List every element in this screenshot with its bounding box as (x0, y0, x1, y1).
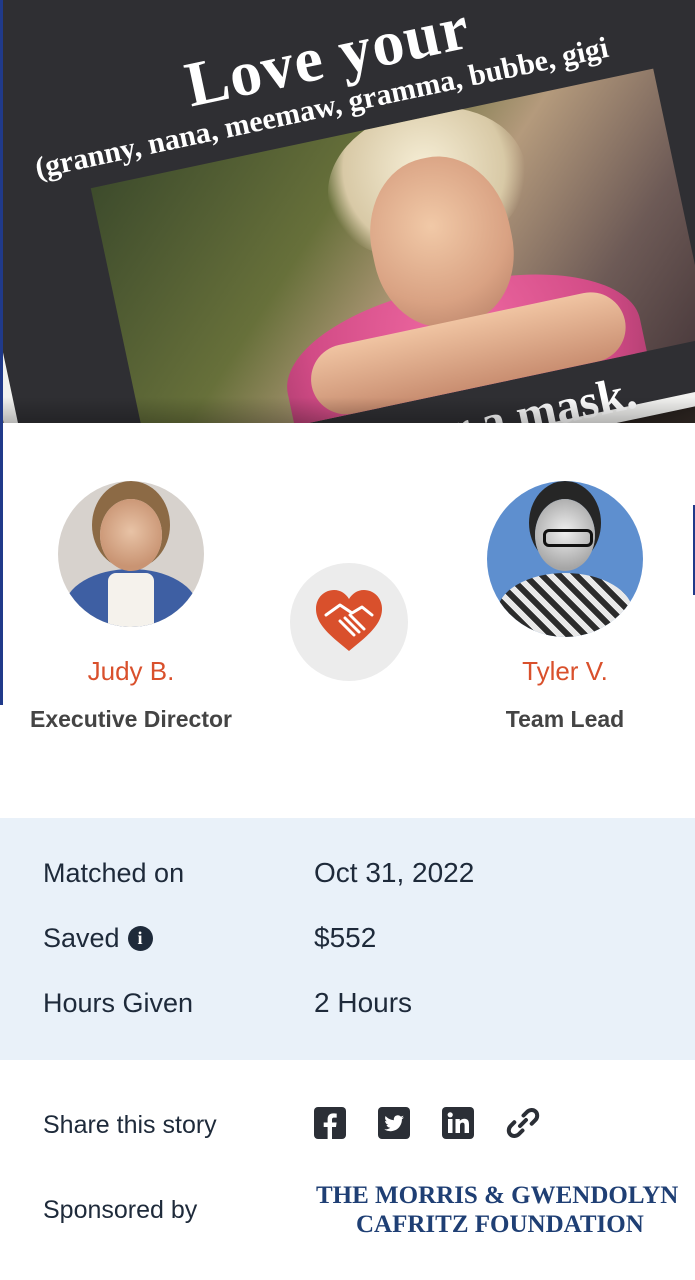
mentor-role: Executive Director (30, 706, 232, 732)
stat-label-saved-wrapper: Saved i (43, 923, 153, 954)
sponsor-logo-line2: CAFRITZ FOUNDATION (356, 1211, 644, 1238)
handshake-heart-svg (316, 590, 382, 651)
stat-value-hours: 2 Hours (314, 987, 413, 1018)
mentee-name[interactable]: Tyler V. (435, 656, 695, 687)
share-label: Share this story (43, 1111, 217, 1139)
stat-label-saved: Saved (43, 923, 120, 953)
link-icon[interactable] (506, 1106, 540, 1140)
glasses (543, 529, 593, 547)
mentee-role: Team Lead (505, 706, 625, 732)
twitter-icon[interactable] (377, 1106, 411, 1140)
stats-panel: Matched on Oct 31, 2022 Saved i $552 Hour… (0, 818, 695, 1060)
handshake-heart-icon (290, 563, 408, 681)
stat-label-matched: Matched on (43, 858, 185, 888)
sponsor-logo[interactable]: THE MORRIS & GWENDOLYN CAFRITZ FOUNDATIO… (300, 1180, 695, 1240)
poster-card: Love your (granny, nana, meemaw, gramma,… (0, 0, 695, 423)
avatar-left[interactable] (58, 481, 204, 627)
info-icon[interactable]: i (127, 926, 153, 951)
facebook-icon[interactable] (313, 1106, 347, 1140)
mentor-name[interactable]: Judy B. (1, 656, 261, 687)
match-section: Judy B. Executive Director Tyler V. Team… (0, 423, 695, 818)
left-frame-edge (0, 0, 3, 705)
stat-value-matched: Oct 31, 2022 (314, 857, 475, 888)
sponsor-logo-line1: THE MORRIS & GWENDOLYN (316, 1182, 679, 1209)
avatar-right[interactable] (487, 481, 643, 637)
stat-value-saved: $552 (314, 922, 377, 953)
hero-image: Love your (granny, nana, meemaw, gramma,… (0, 0, 695, 423)
stat-label-hours: Hours Given (43, 988, 194, 1018)
sponsor-label: Sponsored by (43, 1196, 198, 1224)
linkedin-icon[interactable] (441, 1106, 475, 1140)
